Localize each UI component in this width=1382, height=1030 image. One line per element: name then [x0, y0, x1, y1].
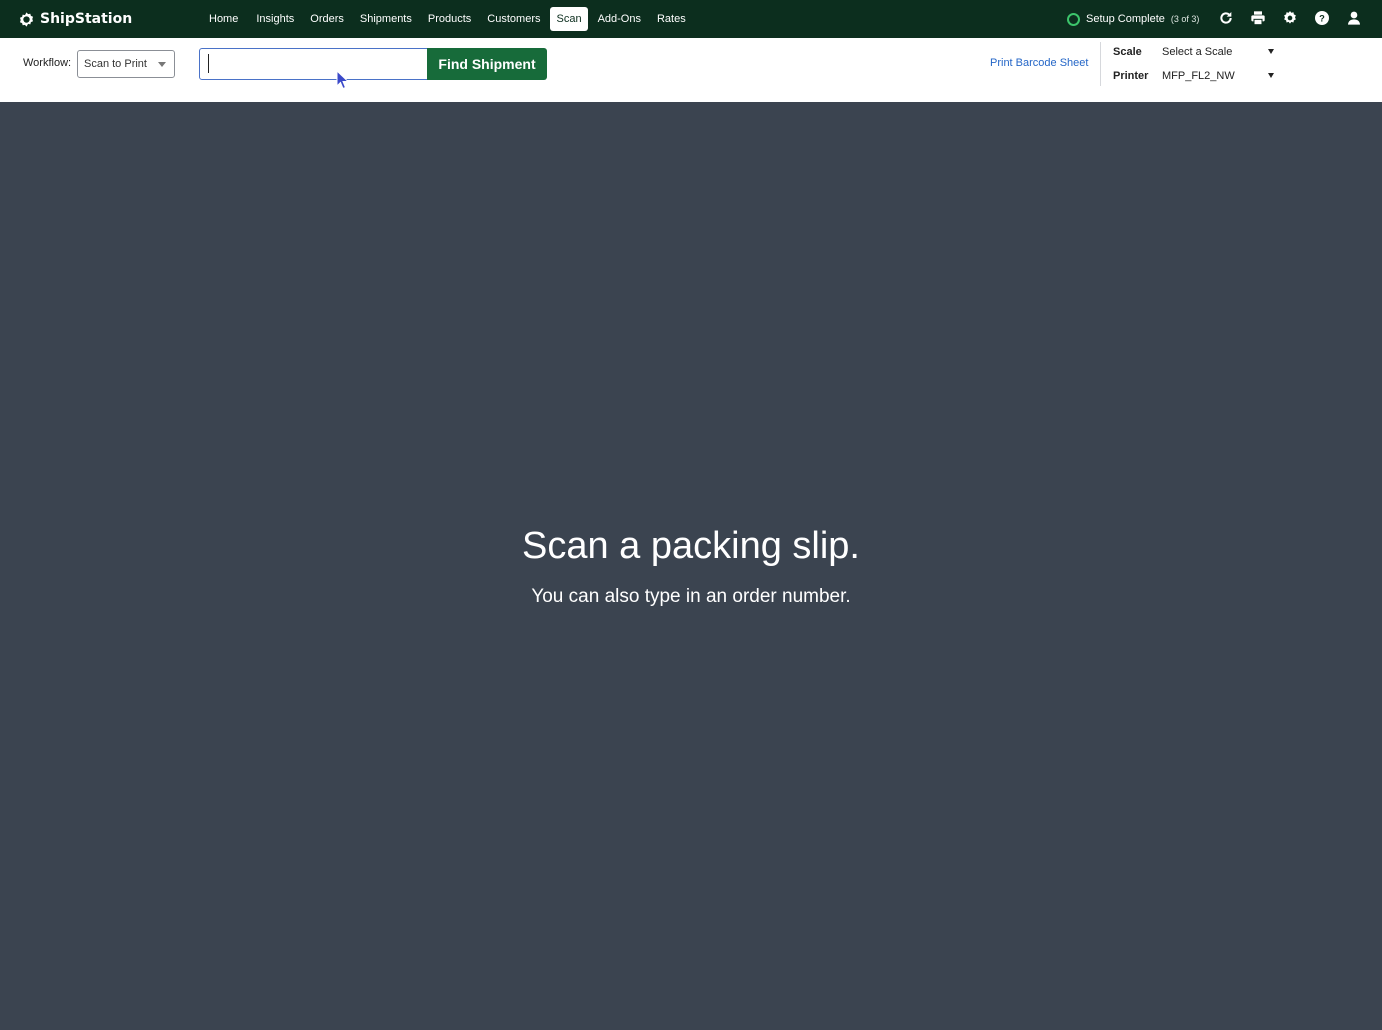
setup-count: (3 of 3): [1170, 14, 1200, 24]
nav-item-customers[interactable]: Customers: [481, 7, 546, 31]
scan-toolbar: Workflow: Scan to Print Find Shipment Pr…: [0, 38, 1382, 102]
scale-value: Select a Scale: [1162, 46, 1233, 58]
scale-label: Scale: [1113, 46, 1142, 58]
help-icon[interactable]: ?: [1313, 9, 1331, 27]
scan-prompt-subtitle: You can also type in an order number.: [531, 586, 851, 607]
top-icon-group: ?: [1217, 9, 1363, 27]
gear-icon[interactable]: [1281, 9, 1299, 27]
chevron-down-icon: [158, 62, 166, 67]
mouse-pointer-icon: [336, 70, 350, 90]
scan-search-input[interactable]: [199, 48, 428, 80]
shipstation-logo[interactable]: ShipStation: [18, 9, 132, 29]
main-nav: Home Insights Orders Shipments Products …: [203, 7, 692, 31]
chevron-down-icon: [1268, 73, 1274, 78]
nav-item-products[interactable]: Products: [422, 7, 477, 31]
printer-value: MFP_FL2_NW: [1162, 70, 1235, 82]
printer-label: Printer: [1113, 70, 1149, 82]
user-icon[interactable]: [1345, 9, 1363, 27]
nav-item-home[interactable]: Home: [203, 7, 244, 31]
toolbar-divider: [1100, 42, 1101, 86]
print-barcode-sheet-link[interactable]: Print Barcode Sheet: [990, 57, 1088, 69]
nav-item-shipments[interactable]: Shipments: [354, 7, 418, 31]
setup-status[interactable]: Setup Complete (3 of 3): [1067, 11, 1199, 27]
nav-item-orders[interactable]: Orders: [304, 7, 350, 31]
text-caret: [208, 54, 209, 73]
printer-icon[interactable]: [1249, 9, 1267, 27]
scale-select[interactable]: Select a Scale: [1162, 43, 1280, 61]
printer-select[interactable]: MFP_FL2_NW: [1162, 67, 1280, 85]
workflow-select[interactable]: Scan to Print: [77, 50, 175, 78]
chevron-down-icon: [1268, 49, 1274, 54]
scan-prompt-title: Scan a packing slip.: [522, 525, 860, 567]
logo-text: ShipStation: [40, 11, 133, 27]
setup-label: Setup Complete: [1086, 13, 1165, 25]
workflow-value: Scan to Print: [84, 58, 147, 70]
workflow-label: Workflow:: [23, 57, 72, 69]
nav-item-add-ons[interactable]: Add-Ons: [592, 7, 647, 31]
gear-logo-icon: [19, 11, 34, 27]
refresh-icon[interactable]: [1217, 9, 1235, 27]
setup-complete-icon: [1067, 12, 1080, 26]
top-nav-bar: ShipStation Home Insights Orders Shipmen…: [0, 0, 1382, 38]
nav-item-scan[interactable]: Scan: [550, 7, 588, 31]
nav-item-rates[interactable]: Rates: [651, 7, 692, 31]
svg-text:?: ?: [1319, 13, 1325, 23]
find-shipment-button[interactable]: Find Shipment: [427, 48, 547, 80]
nav-item-insights[interactable]: Insights: [250, 7, 300, 31]
